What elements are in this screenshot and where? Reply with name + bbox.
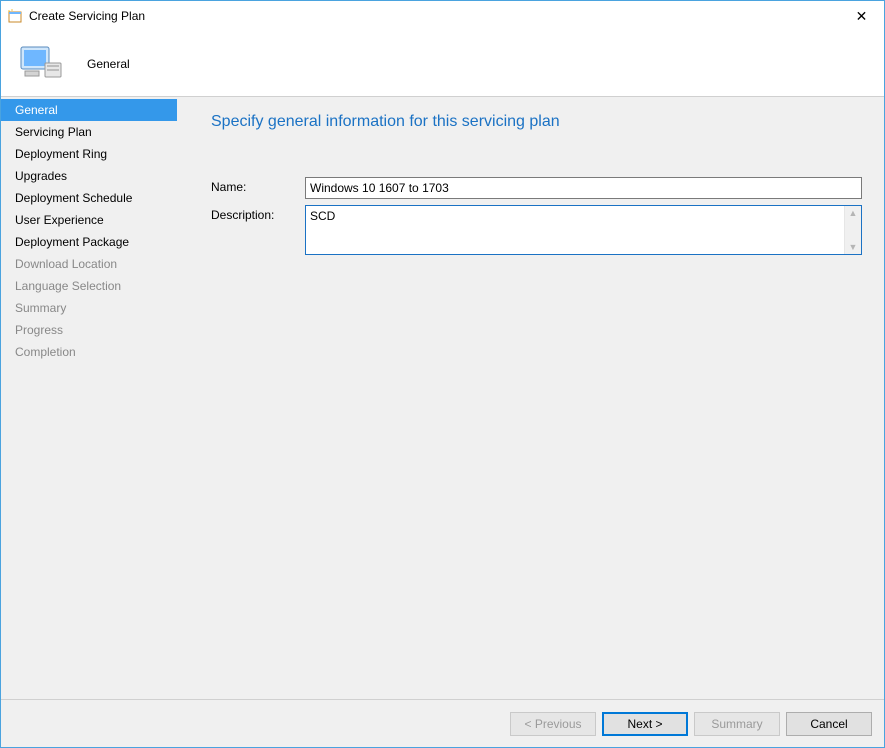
computer-icon — [15, 43, 65, 85]
close-button[interactable]: ✕ — [839, 2, 884, 31]
cancel-button[interactable]: Cancel — [786, 712, 872, 736]
sidebar-item-deployment-schedule[interactable]: Deployment Schedule — [1, 187, 177, 209]
scroll-down-icon: ▼ — [849, 242, 858, 252]
close-icon: ✕ — [856, 8, 868, 25]
next-button[interactable]: Next > — [602, 712, 688, 736]
wizard-main: Specify general information for this ser… — [177, 97, 884, 699]
description-input[interactable] — [306, 206, 844, 254]
page-heading: Specify general information for this ser… — [211, 113, 862, 131]
previous-button: < Previous — [510, 712, 596, 736]
scroll-up-icon: ▲ — [849, 208, 858, 218]
sidebar-item-label: Servicing Plan — [15, 125, 92, 139]
sidebar-item-general[interactable]: General — [1, 99, 177, 121]
wizard-sidebar: General Servicing Plan Deployment Ring U… — [1, 97, 177, 699]
sidebar-item-label: Upgrades — [15, 169, 67, 183]
sidebar-item-label: Progress — [15, 323, 63, 337]
sidebar-item-progress: Progress — [1, 319, 177, 341]
sidebar-item-label: General — [15, 103, 58, 117]
wizard-window: Create Servicing Plan ✕ General General … — [0, 0, 885, 748]
sidebar-item-label: Language Selection — [15, 279, 121, 293]
sidebar-item-language-selection: Language Selection — [1, 275, 177, 297]
sidebar-item-user-experience[interactable]: User Experience — [1, 209, 177, 231]
sidebar-item-label: Summary — [15, 301, 66, 315]
titlebar: Create Servicing Plan ✕ — [1, 1, 884, 31]
wizard-footer: < Previous Next > Summary Cancel — [1, 699, 884, 747]
sidebar-item-label: Deployment Package — [15, 235, 129, 249]
sidebar-item-download-location: Download Location — [1, 253, 177, 275]
wizard-body: General Servicing Plan Deployment Ring U… — [1, 97, 884, 699]
description-field: ▲ ▼ — [305, 205, 862, 255]
row-name: Name: — [211, 177, 862, 199]
window-title: Create Servicing Plan — [29, 9, 145, 23]
sidebar-item-completion: Completion — [1, 341, 177, 363]
summary-button: Summary — [694, 712, 780, 736]
sidebar-item-label: Download Location — [15, 257, 117, 271]
row-description: Description: ▲ ▼ — [211, 205, 862, 255]
sidebar-item-deployment-ring[interactable]: Deployment Ring — [1, 143, 177, 165]
sidebar-item-upgrades[interactable]: Upgrades — [1, 165, 177, 187]
sidebar-item-summary: Summary — [1, 297, 177, 319]
sidebar-item-deployment-package[interactable]: Deployment Package — [1, 231, 177, 253]
wizard-header: General — [1, 31, 884, 97]
description-label: Description: — [211, 205, 305, 222]
sidebar-item-label: Deployment Schedule — [15, 191, 132, 205]
name-label: Name: — [211, 177, 305, 194]
header-step-title: General — [87, 57, 130, 71]
sidebar-item-label: Completion — [15, 345, 76, 359]
name-input[interactable] — [305, 177, 862, 199]
sidebar-item-label: User Experience — [15, 213, 104, 227]
description-scrollbar[interactable]: ▲ ▼ — [844, 206, 861, 254]
sidebar-item-label: Deployment Ring — [15, 147, 107, 161]
sidebar-item-servicing-plan[interactable]: Servicing Plan — [1, 121, 177, 143]
wizard-icon — [7, 8, 23, 24]
